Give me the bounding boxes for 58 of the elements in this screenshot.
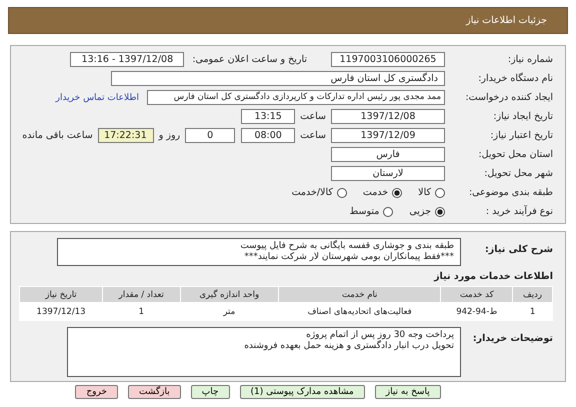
field-label: نوع فرآیند خرید :: [484, 206, 553, 217]
radio-button[interactable]: [435, 188, 445, 198]
field-label: شماره نیاز:: [506, 54, 553, 65]
description-text-area[interactable]: طبقه بندی و جوشاری قفسه بایگانی به شرح فایل پیوست ***فقط پیمانکاران بومی شهرستان لار شرکت نمایند***: [57, 238, 461, 266]
column-header: تعداد / مقدار: [103, 287, 180, 302]
section-title: اطلاعات خدمات مورد نیاز: [432, 271, 553, 282]
field-label: ایجاد کننده درخواست:: [464, 92, 553, 103]
field-label: نام دستگاه خریدار:: [477, 73, 553, 84]
column-header: نام خدمت: [278, 287, 440, 302]
field-label: شرح کلی نیاز:: [484, 244, 553, 255]
field-label: تاریخ و ساعت اعلان عمومی:: [192, 54, 307, 65]
input-field[interactable]: 1397/12/08: [331, 109, 445, 124]
radio-button[interactable]: [435, 206, 445, 216]
notes-line: پرداخت وجه 30 روز پس از اتمام پروژه: [305, 330, 454, 340]
field-label: توضیحات خریدار:: [472, 333, 553, 344]
radio-button[interactable]: [383, 206, 394, 216]
column-header: کد خدمت: [441, 287, 512, 302]
description-line: طبقه بندی و جوشاری قفسه بایگانی به شرح فایل پیوست: [239, 241, 454, 252]
description-line: ***فقط پیمانکاران بومی شهرستان لار شرکت نمایند***: [243, 252, 454, 263]
field-label: روز و: [158, 130, 180, 141]
input-field[interactable]: 1197003106000265: [331, 52, 445, 67]
radio-label: متوسط: [349, 206, 380, 217]
countdown-field: 17:22:31: [98, 128, 154, 143]
input-field[interactable]: 13:15: [241, 109, 296, 124]
radio-label: جزیی: [409, 206, 431, 217]
input-field[interactable]: 0: [185, 128, 236, 143]
notes-text-area[interactable]: پرداخت وجه 30 روز پس از اتمام پروژه تحویل درب انبار دادگستری و هزینه حمل بعهده فروشنده: [67, 327, 461, 377]
notes-line: تحویل درب انبار دادگستری و هزینه حمل بعهده فروشنده: [243, 341, 454, 352]
field-label: ساعت باقی مانده: [22, 130, 93, 141]
input-field[interactable]: 08:00: [241, 128, 296, 143]
field-label: ساعت: [300, 130, 326, 141]
field-label: ساعت: [300, 111, 326, 122]
radio-label: کالا/خدمت: [292, 187, 333, 198]
action-button[interactable]: خروج: [75, 385, 118, 399]
action-button[interactable]: مشاهده مدارک پیوستی (1): [240, 385, 365, 399]
field-label: استان محل تحویل:: [477, 149, 553, 160]
radio-label: خدمت: [362, 187, 388, 198]
field-label: تاریخ ایجاد نیاز:: [492, 111, 553, 122]
radio-label: کالا: [418, 187, 431, 198]
column-header: واحد اندازه گیری: [180, 287, 278, 302]
field-label: طبقه بندی موضوعی:: [468, 187, 553, 198]
contact-link[interactable]: اطلاعات تماس خریدار: [56, 92, 139, 102]
field-label: تاریخ اعتبار نیاز:: [489, 130, 553, 141]
action-button[interactable]: بازگشت: [128, 385, 181, 399]
input-field[interactable]: ممد مجدی پور رئیس اداره تدارکات و کارپردازی دادگستری کل استان فارس: [147, 90, 445, 105]
column-header: ردیف: [513, 287, 552, 302]
page-title: جزئیات اطلاعات نیاز: [466, 15, 547, 26]
column-header: تاریخ نیاز: [20, 287, 102, 302]
input-field[interactable]: 1397/12/08 - 13:16: [70, 52, 184, 67]
radio-button[interactable]: [336, 188, 347, 198]
input-field[interactable]: 1397/12/09: [331, 128, 445, 143]
input-field[interactable]: دادگستری کل استان فارس: [111, 71, 445, 86]
input-field[interactable]: لارستان: [331, 166, 445, 181]
action-button[interactable]: پاسخ به نیاز: [374, 385, 441, 399]
input-field[interactable]: فارس: [331, 147, 445, 162]
radio-button[interactable]: [392, 188, 402, 198]
field-label: شهر محل تحویل:: [483, 168, 553, 179]
action-button[interactable]: چاپ: [190, 385, 230, 399]
